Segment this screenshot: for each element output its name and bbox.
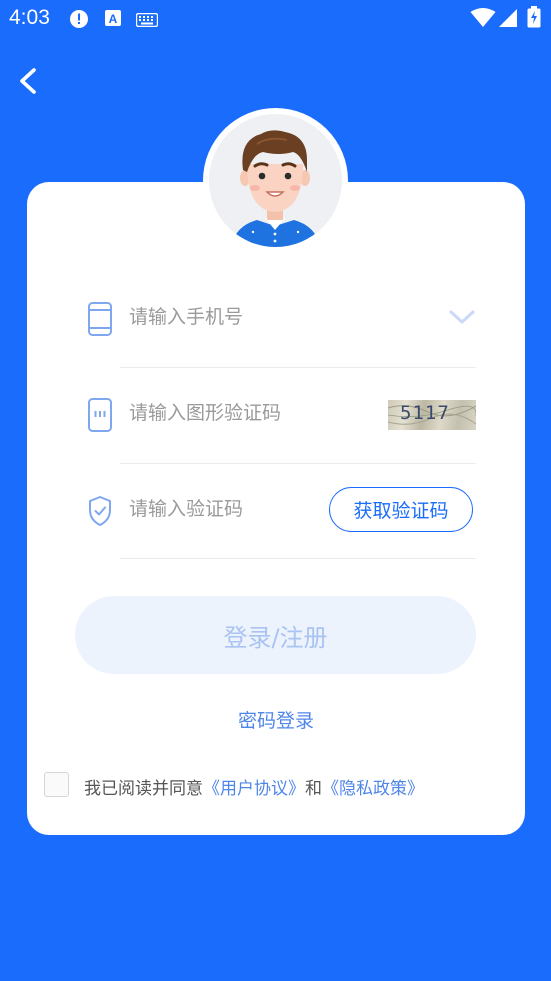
avatar: [203, 108, 348, 253]
captcha-icon: [87, 398, 113, 432]
font-a-icon: A: [104, 9, 122, 31]
privacy-policy-link[interactable]: 《隐私政策》: [322, 779, 424, 799]
user-agreement-link[interactable]: 《用户协议》: [203, 779, 305, 799]
signal-icon: [498, 8, 518, 32]
phone-row: [87, 288, 477, 348]
svg-text:A: A: [109, 12, 118, 26]
chevron-left-icon: [12, 68, 46, 104]
user-avatar-illustration: [209, 114, 342, 247]
chevron-down-icon: [447, 310, 477, 334]
divider: [120, 558, 476, 559]
agreement-text: 我已阅读并同意《用户协议》和《隐私政策》: [84, 774, 424, 799]
status-time: 4:03: [9, 6, 50, 29]
divider: [120, 367, 476, 368]
agreement-row: 我已阅读并同意《用户协议》和《隐私政策》: [44, 772, 504, 800]
wifi-icon: [470, 8, 496, 32]
get-code-button[interactable]: 获取验证码: [329, 487, 473, 532]
shield-icon: [87, 494, 113, 528]
login-card: 5117 获取验证码 登录/注册 密码登录 我已阅读并同意《用户协议》和《隐私政…: [27, 182, 525, 835]
battery-icon: [527, 6, 541, 32]
captcha-image[interactable]: 5117: [388, 400, 476, 430]
phone-icon: [87, 302, 113, 336]
agreement-and: 和: [305, 779, 322, 799]
keyboard-icon: [135, 12, 159, 31]
back-button[interactable]: [12, 62, 46, 100]
divider: [120, 463, 476, 464]
captcha-input[interactable]: [129, 398, 389, 428]
alert-icon: [69, 9, 89, 33]
password-login-link[interactable]: 密码登录: [27, 706, 525, 733]
phone-input[interactable]: [129, 302, 389, 332]
agreement-checkbox[interactable]: [44, 772, 69, 797]
phone-history-dropdown[interactable]: [447, 304, 477, 330]
captcha-text: 5117: [400, 402, 450, 424]
agreement-prefix: 我已阅读并同意: [84, 779, 203, 799]
login-register-button[interactable]: 登录/注册: [75, 596, 476, 674]
status-bar: 4:03 A: [0, 0, 551, 38]
